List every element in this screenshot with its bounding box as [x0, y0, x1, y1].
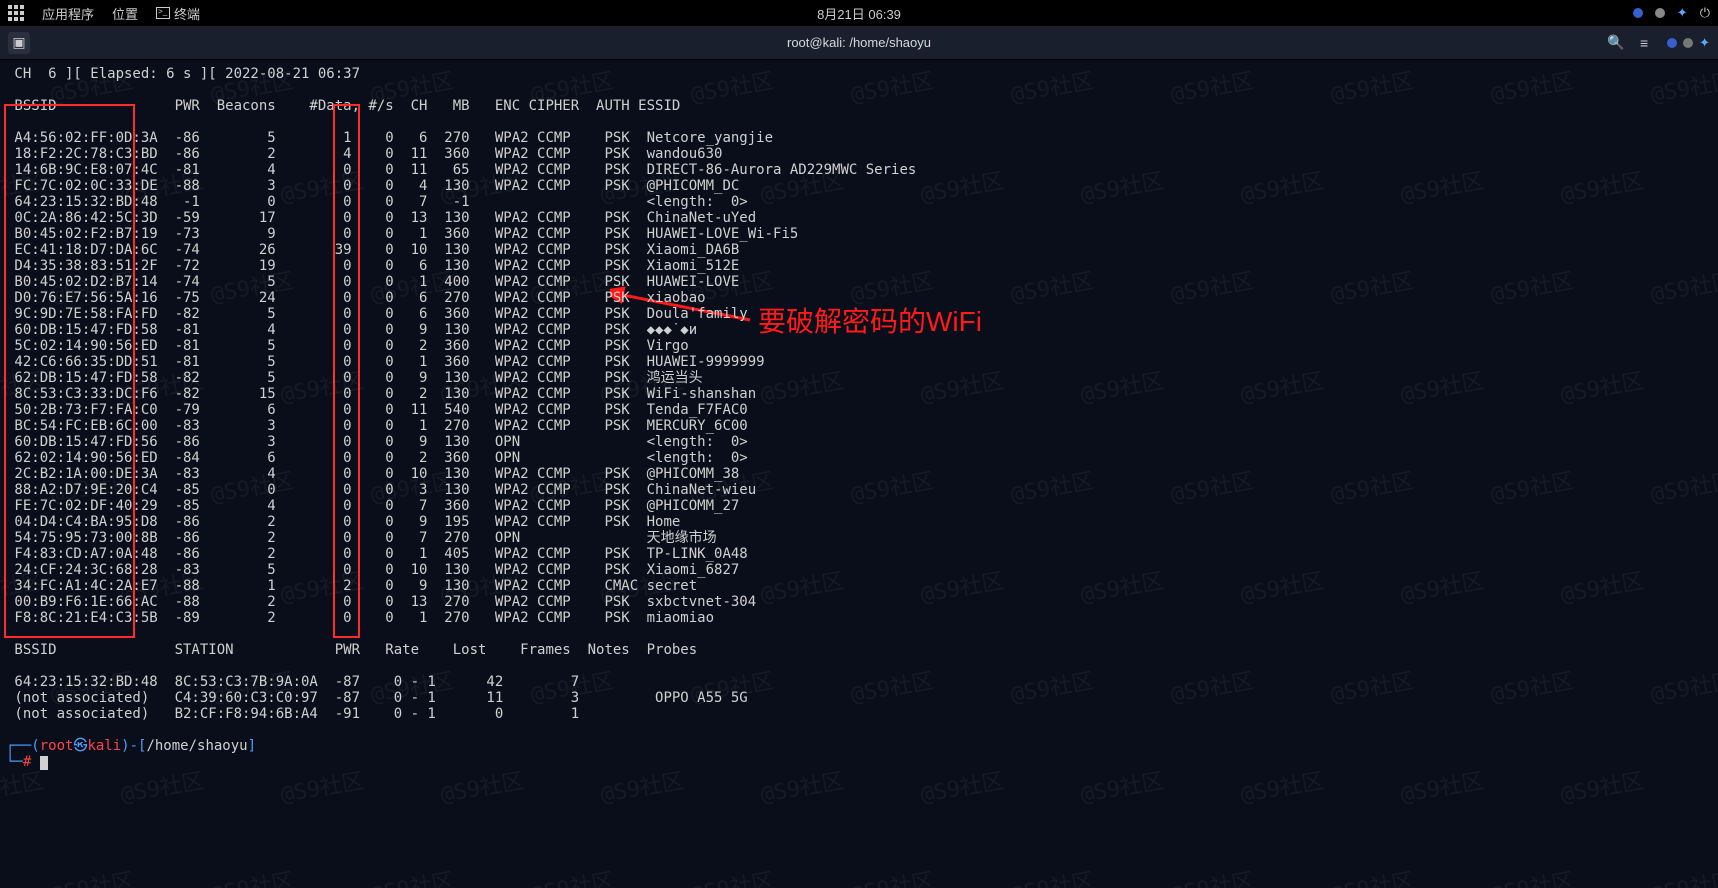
terminal-output[interactable]: CH 6 ][ Elapsed: 6 s ][ 2022-08-21 06:37…	[0, 60, 1718, 776]
hamburger-menu-button[interactable]: ≡	[1633, 32, 1655, 54]
topbar-clock[interactable]: 8月21日 06:39	[817, 4, 901, 23]
activities-icon[interactable]	[8, 5, 24, 21]
tray-kali-icon: ✦	[1677, 5, 1688, 21]
win-kali-icon: ✦	[1699, 35, 1710, 51]
terminal-titlebar: ▣ root@kali: /home/shaoyu 🔍 ≡ ✦	[0, 26, 1718, 60]
win-dot-2	[1683, 38, 1693, 48]
new-tab-button[interactable]: ▣	[8, 32, 30, 54]
window-title: root@kali: /home/shaoyu	[787, 35, 931, 50]
tray-dot-2	[1655, 8, 1665, 18]
menu-applications[interactable]: 应用程序	[42, 4, 94, 23]
menu-places[interactable]: 位置	[112, 4, 138, 23]
search-button[interactable]: 🔍	[1605, 32, 1627, 54]
tray-dot-1	[1633, 8, 1643, 18]
win-dot-1	[1667, 38, 1677, 48]
menu-terminal[interactable]: 终端	[156, 4, 200, 23]
gnome-topbar: 应用程序 位置 终端 8月21日 06:39 ✦ ⏻	[0, 0, 1718, 26]
cursor	[40, 756, 48, 770]
terminal-icon	[156, 7, 170, 19]
system-tray[interactable]: ✦ ⏻	[1633, 5, 1710, 21]
power-icon[interactable]: ⏻	[1700, 5, 1710, 21]
